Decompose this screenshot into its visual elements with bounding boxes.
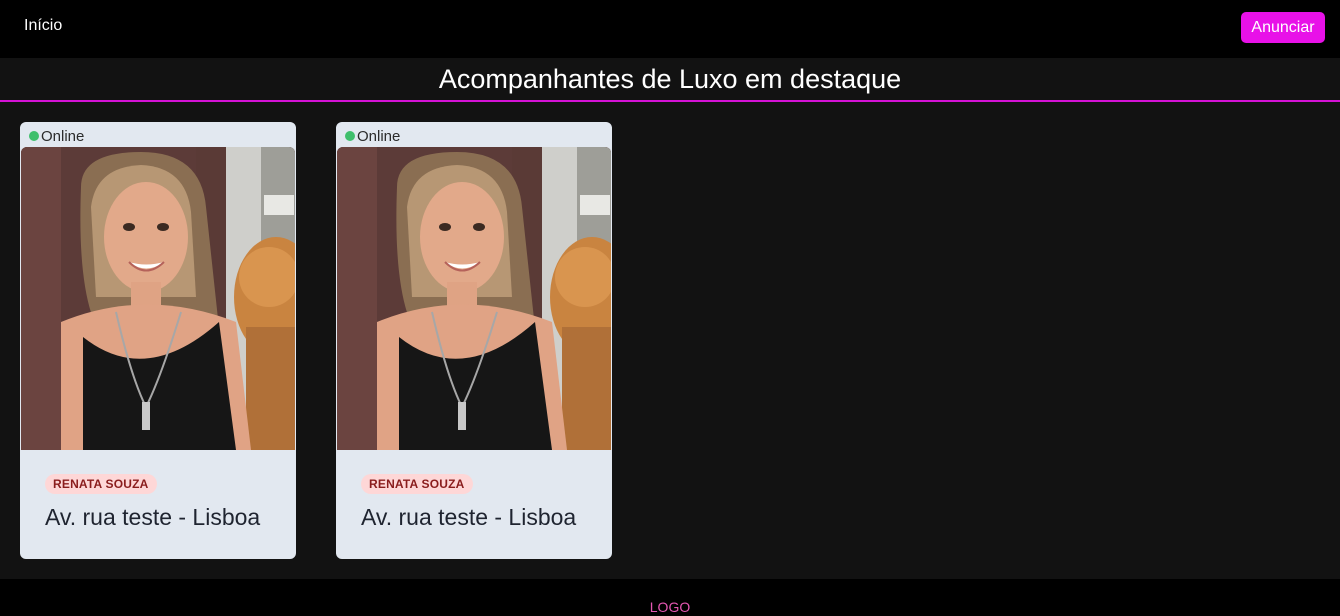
online-status: Online [29,127,84,145]
profile-card[interactable]: Online RENATA SOUZA Av. rua teste - Lisb… [336,122,612,559]
anunciar-button[interactable]: Anunciar [1241,12,1325,43]
nav-home-link[interactable]: Início [24,17,62,35]
status-label: Online [357,127,401,145]
online-dot-icon [345,131,355,141]
status-label: Online [41,127,85,145]
online-dot-icon [29,131,39,141]
online-status: Online [345,127,400,145]
profile-photo[interactable] [21,147,295,450]
portrait-photo-icon [21,147,295,450]
profile-address: Av. rua teste - Lisboa [45,504,261,530]
profile-name-badge: RENATA SOUZA [45,474,157,494]
profile-address: Av. rua teste - Lisboa [361,504,577,530]
profile-name-badge: RENATA SOUZA [361,474,473,494]
footer-logo[interactable]: LOGO [0,599,1340,615]
profile-card[interactable]: Online RENATA SOUZA Av. rua teste - Lisb… [20,122,296,559]
footer: LOGO [0,579,1340,616]
portrait-photo-icon [337,147,611,450]
profile-photo[interactable] [337,147,611,450]
top-navbar: Início Anunciar [0,0,1340,58]
page-title: Acompanhantes de Luxo em destaque [438,64,902,94]
